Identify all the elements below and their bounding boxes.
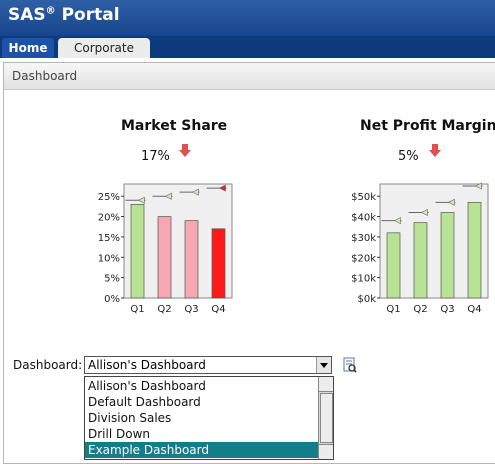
dropdown-option[interactable]: Allison's Dashboard	[85, 378, 320, 394]
scroll-up-icon[interactable]	[319, 377, 333, 392]
y-tick-label: $10k	[351, 274, 376, 285]
dashboard-select[interactable]: Allison's Dashboard	[84, 356, 332, 374]
y-tick-label: $0k	[357, 294, 376, 305]
x-tick-label: Q4	[211, 304, 225, 315]
arrow-down-icon	[179, 144, 191, 157]
dashboard-label: Dashboard:	[13, 358, 83, 372]
dropdown-option-selected[interactable]: Example Dashboard	[85, 442, 320, 458]
app-title: SAS® Portal	[8, 5, 120, 25]
x-tick-label: Q3	[440, 304, 454, 315]
chevron-down-icon[interactable]	[316, 357, 331, 373]
kpi-value-net-profit-margin: 5%	[398, 149, 419, 164]
bar	[386, 232, 401, 299]
bar	[413, 222, 428, 299]
x-tick-label: Q1	[386, 304, 400, 315]
y-tick-label: $40k	[351, 213, 376, 224]
dropdown-option[interactable]: Division Sales	[85, 410, 320, 426]
arrow-down-icon	[429, 144, 441, 157]
panel-header: Dashboard	[4, 63, 495, 90]
panel-title: Dashboard	[12, 69, 78, 83]
kpi-title-market-share: Market Share	[121, 118, 228, 134]
scroll-down-icon[interactable]	[319, 444, 333, 459]
edit-dashboard-icon[interactable]	[343, 357, 357, 373]
y-tick-label: $20k	[351, 253, 376, 264]
dashboard-select-value: Allison's Dashboard	[88, 358, 206, 372]
x-tick-label: Q3	[184, 304, 198, 315]
y-tick-label: 10%	[98, 253, 120, 264]
x-tick-label: Q4	[467, 304, 481, 315]
bar	[130, 204, 145, 299]
net-profit-margin-chart: $0k $10k $20k $30k $40k $50k Q1 Q2 Q3 Q4	[351, 182, 489, 315]
tab-corporate[interactable]: Corporate	[58, 38, 150, 58]
kpi-value-market-share: 17%	[141, 149, 170, 164]
y-tick-label: 0%	[104, 294, 120, 305]
bar	[440, 212, 455, 299]
y-tick-label: $30k	[351, 233, 376, 244]
y-tick-label: 5%	[104, 274, 120, 285]
tab-bar: Home Corporate	[0, 36, 495, 58]
x-tick-label: Q1	[130, 304, 144, 315]
y-tick-label: 20%	[98, 213, 120, 224]
dashboard-dropdown-list[interactable]: Allison's Dashboard Default Dashboard Di…	[84, 376, 334, 460]
kpi-title-net-profit-margin: Net Profit Margin	[360, 118, 495, 134]
dropdown-option[interactable]: Default Dashboard	[85, 394, 320, 410]
y-tick-label: 15%	[98, 233, 120, 244]
y-tick-label: $50k	[351, 192, 376, 203]
bar	[211, 228, 226, 299]
tab-home[interactable]: Home	[2, 38, 54, 58]
market-share-chart: 0% 5% 10% 15% 20% 25% Q1 Q2 Q3 Q4	[98, 183, 233, 315]
y-tick-label: 25%	[98, 192, 120, 203]
dropdown-option[interactable]: Drill Down	[85, 426, 320, 442]
portal-banner: SAS® Portal	[0, 0, 495, 36]
x-tick-label: Q2	[413, 304, 427, 315]
bar	[157, 216, 172, 299]
bar	[467, 201, 482, 299]
x-tick-label: Q2	[157, 304, 171, 315]
dropdown-scrollbar[interactable]	[318, 377, 333, 459]
bar	[184, 220, 199, 299]
scroll-thumb[interactable]	[320, 393, 333, 443]
